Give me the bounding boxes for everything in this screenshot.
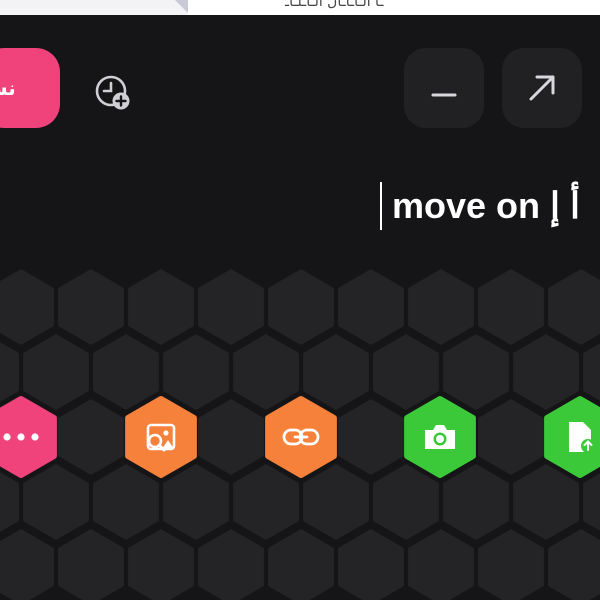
- hex-tile: [0, 269, 54, 345]
- hex-tile: [548, 529, 600, 600]
- hex-tile: [443, 334, 509, 410]
- hex-tile: [338, 399, 404, 475]
- hex-tile: [583, 473, 600, 531]
- hex-tile: [163, 334, 229, 410]
- hex-tile: [58, 399, 124, 475]
- hex-tile: [0, 529, 54, 600]
- expand-button[interactable]: [502, 48, 582, 128]
- hex-tile: [268, 269, 334, 345]
- expand-arrow-icon: [529, 75, 555, 101]
- more-options-button[interactable]: [0, 396, 57, 478]
- hex-tile: [303, 334, 369, 410]
- hex-tile: [408, 529, 474, 600]
- post-text: move on: [392, 185, 541, 226]
- camera-button[interactable]: [404, 396, 476, 478]
- link-button[interactable]: [265, 396, 337, 478]
- hex-tile: [443, 464, 509, 540]
- post-text-rtl: أ إ: [550, 185, 581, 226]
- hex-tile: [198, 399, 264, 475]
- hex-tile: [58, 269, 124, 345]
- dots-icon: [3, 433, 39, 441]
- schedule-button[interactable]: [92, 71, 136, 115]
- hex-tile: [408, 269, 474, 345]
- hex-tile: [373, 464, 439, 540]
- hex-tile: [548, 269, 600, 345]
- hex-tile: [58, 529, 124, 600]
- hex-tile: [583, 343, 600, 401]
- hex-tile: [128, 269, 194, 345]
- hex-tile: [93, 464, 159, 540]
- hex-tile: [233, 334, 299, 410]
- hex-tile: [478, 269, 544, 345]
- image-search-button[interactable]: [125, 396, 197, 478]
- file-upload-button[interactable]: [544, 396, 600, 478]
- minimize-icon: [431, 93, 457, 97]
- hex-tile: [268, 529, 334, 600]
- publish-button-label: نش: [0, 76, 16, 100]
- publish-button[interactable]: نش: [0, 48, 60, 128]
- text-caret: [380, 182, 382, 230]
- hex-tile: [338, 269, 404, 345]
- hex-tile: [128, 529, 194, 600]
- hex-tile: [338, 529, 404, 600]
- hex-tile: [303, 464, 369, 540]
- hex-tile: [198, 529, 264, 600]
- hex-tile: [198, 269, 264, 345]
- hex-tile: [233, 464, 299, 540]
- hex-tile: [163, 464, 229, 540]
- clock-plus-icon: [95, 75, 130, 110]
- hex-tile: [23, 464, 89, 540]
- hex-tile: [373, 334, 439, 410]
- post-text-input[interactable]: move on أ إ: [380, 180, 580, 232]
- hex-tile: [23, 334, 89, 410]
- hex-tile: [513, 334, 579, 410]
- hex-tile: [478, 529, 544, 600]
- hex-tile: [513, 464, 579, 540]
- hex-tile: [478, 399, 544, 475]
- minimize-button[interactable]: [404, 48, 484, 128]
- hex-tile: [93, 334, 159, 410]
